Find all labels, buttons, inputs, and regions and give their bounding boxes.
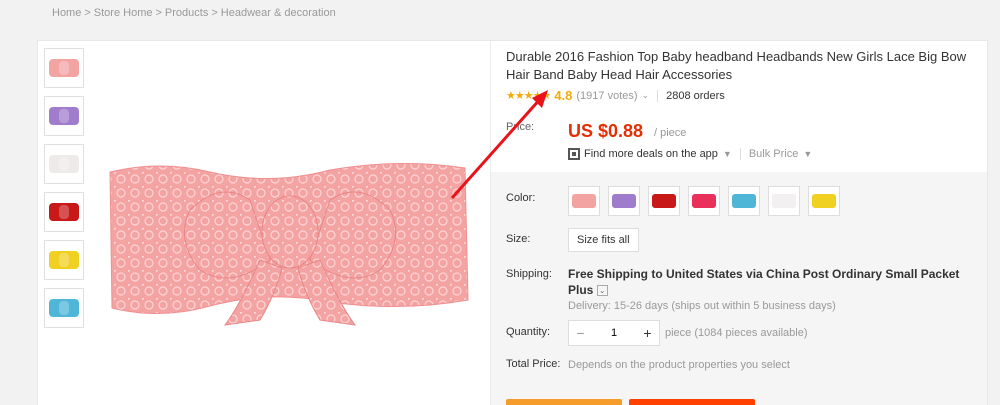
app-deals-link[interactable]: Find more deals on the app <box>584 148 718 160</box>
color-option-blue[interactable] <box>728 186 760 216</box>
product-title: Durable 2016 Fashion Top Baby headband H… <box>506 49 967 82</box>
color-option-pink[interactable] <box>568 186 600 216</box>
thumbnail-image <box>49 155 79 173</box>
swatch-image <box>812 194 836 208</box>
divider <box>739 148 741 160</box>
thumbnail-blue[interactable] <box>44 288 84 328</box>
swatch-image <box>612 194 636 208</box>
shipping-label: Shipping: <box>506 268 552 280</box>
thumbnail-red[interactable] <box>44 192 84 232</box>
qr-code-icon <box>568 148 580 160</box>
rating-value: 4.8 <box>554 88 573 103</box>
buy-now-button[interactable] <box>506 399 622 405</box>
color-label: Color: <box>506 192 536 204</box>
thumbnail-list <box>44 48 86 336</box>
votes-count[interactable]: (1917 votes) <box>576 90 637 102</box>
breadcrumb-headwear[interactable]: Headwear & decoration <box>221 7 336 19</box>
caret-down-icon[interactable]: ▼ <box>803 149 812 159</box>
thumbnail-image <box>49 299 79 317</box>
quantity-increase-button[interactable]: + <box>636 321 659 345</box>
breadcrumb-separator: > <box>84 7 91 19</box>
thumbnail-pink[interactable] <box>44 48 84 88</box>
quantity-label: Quantity: <box>506 326 551 338</box>
breadcrumb-store-home[interactable]: Store Home <box>94 7 153 19</box>
thumbnail-white[interactable] <box>44 144 84 184</box>
color-option-red[interactable] <box>648 186 680 216</box>
chevron-down-icon[interactable]: ⌄ <box>596 285 608 297</box>
add-to-cart-button[interactable] <box>629 399 755 405</box>
size-label: Size: <box>506 233 531 245</box>
breadcrumb-separator: > <box>211 7 218 19</box>
breadcrumb-separator: > <box>155 7 162 19</box>
color-option-yellow[interactable] <box>808 186 840 216</box>
quantity-input[interactable] <box>592 321 636 345</box>
price-unit: / piece <box>654 127 687 139</box>
caret-down-icon[interactable]: ▼ <box>723 149 732 159</box>
swatch-image <box>572 194 596 208</box>
quantity-stepper: − + <box>568 320 660 346</box>
thumbnail-image <box>49 251 79 269</box>
swatch-image <box>652 194 676 208</box>
thumbnail-image <box>49 203 79 221</box>
orders-count: 2808 orders <box>666 89 725 102</box>
app-deals-row: Find more deals on the app ▼ Bulk Price … <box>568 148 812 160</box>
color-swatches <box>568 186 848 216</box>
breadcrumb: Home > Store Home > Products > Headwear & deco… <box>52 7 336 19</box>
thumbnail-image <box>49 107 79 125</box>
color-option-white[interactable] <box>768 186 800 216</box>
thumbnail-purple[interactable] <box>44 96 84 136</box>
color-option-purple[interactable] <box>608 186 640 216</box>
size-option-button[interactable]: Size fits all <box>568 228 639 252</box>
quantity-decrease-button[interactable]: − <box>569 321 592 345</box>
delivery-estimate: Delivery: 15-26 days (ships out within 5… <box>568 300 836 312</box>
rating-row: ★★★★★ 4.8 (1917 votes) ⌄ 2808 orders <box>506 88 725 103</box>
breadcrumb-products[interactable]: Products <box>165 7 208 19</box>
total-price-note: Depends on the product properties you se… <box>568 359 790 371</box>
rating-stars-icon: ★★★★★ <box>506 90 551 102</box>
color-option-rose[interactable] <box>688 186 720 216</box>
breadcrumb-home[interactable]: Home <box>52 7 81 19</box>
pieces-available: piece (1084 pieces available) <box>665 327 808 339</box>
swatch-image <box>732 194 756 208</box>
total-price-label: Total Price: <box>506 358 561 370</box>
divider <box>657 89 659 102</box>
main-product-image <box>109 162 469 326</box>
price-label: Price: <box>506 121 535 133</box>
shipping-method[interactable]: Free Shipping to United States via China… <box>568 266 988 298</box>
product-price: US $0.88 <box>568 121 644 141</box>
bulk-price-link[interactable]: Bulk Price <box>749 148 799 160</box>
shipping-text: Free Shipping to United States via China… <box>568 267 960 297</box>
swatch-image <box>772 194 796 208</box>
chevron-down-icon[interactable]: ⌄ <box>642 90 650 101</box>
thumbnail-yellow[interactable] <box>44 240 84 280</box>
swatch-image <box>692 194 716 208</box>
thumbnail-image <box>49 59 79 77</box>
